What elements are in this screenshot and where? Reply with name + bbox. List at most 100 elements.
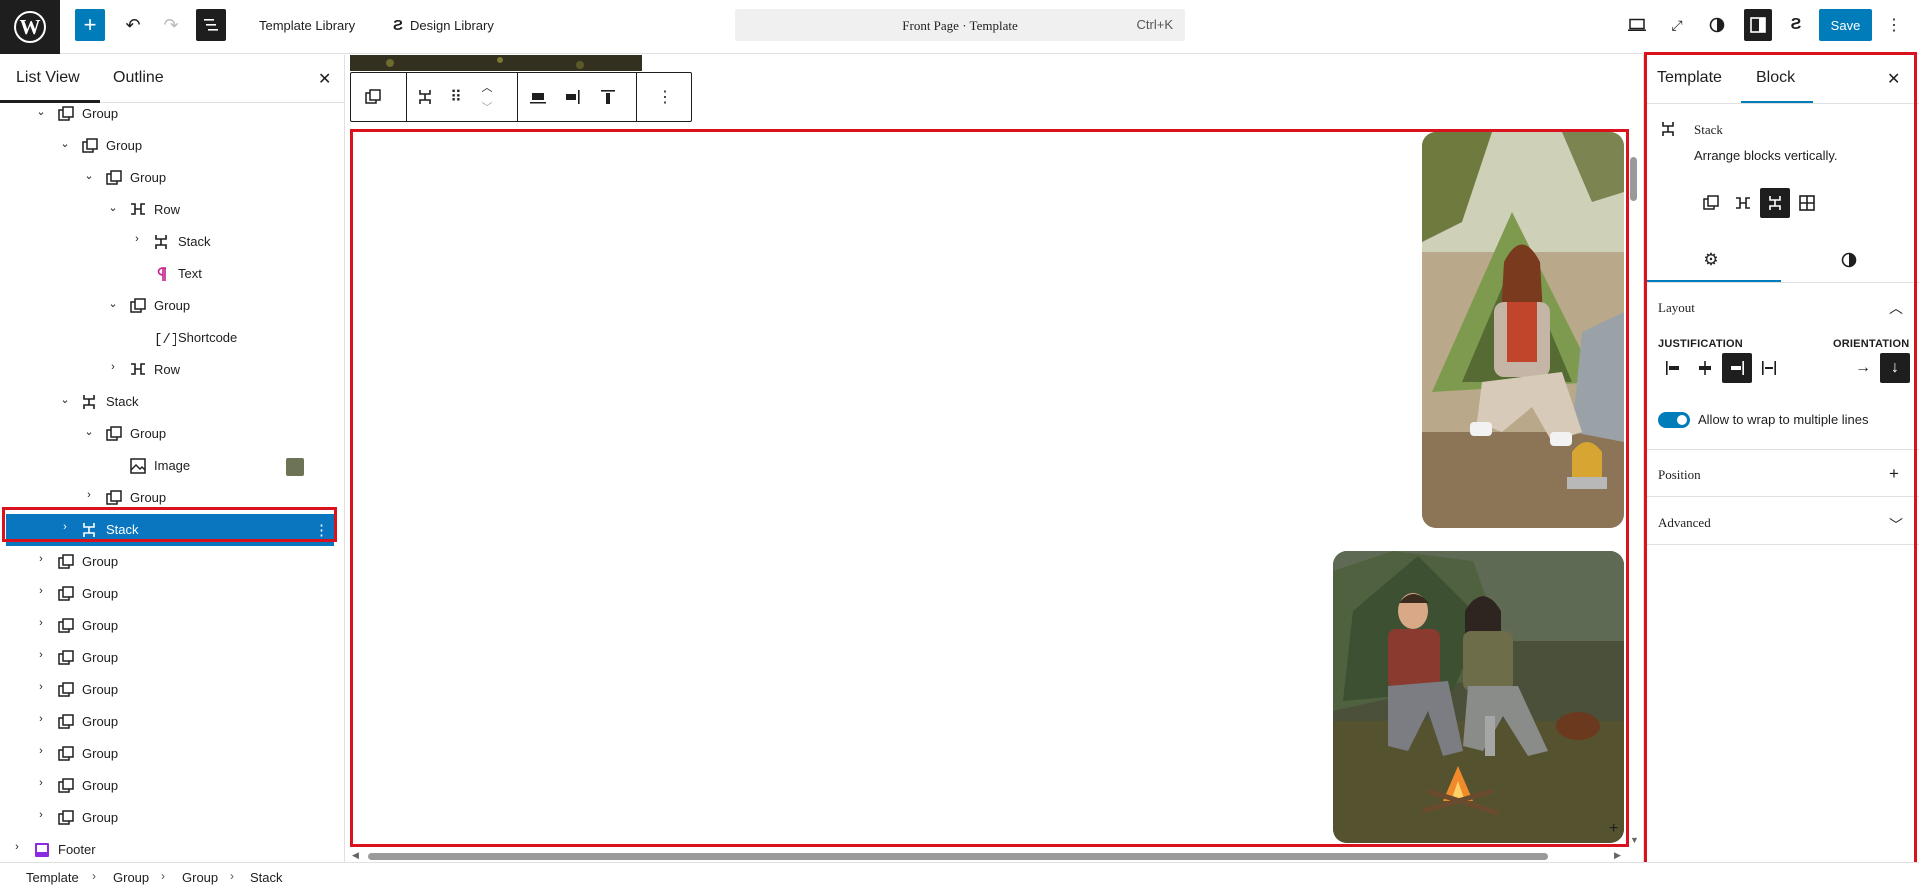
list-item[interactable]: ⌄ Group bbox=[0, 162, 344, 194]
list-item[interactable]: › Group bbox=[0, 706, 344, 738]
drag-handle[interactable]: ⠿ bbox=[446, 87, 466, 107]
design-library-button[interactable]: Ƨ Design Library bbox=[393, 9, 494, 41]
list-item-label: Shortcode bbox=[178, 330, 238, 345]
styles-button[interactable] bbox=[1705, 9, 1729, 41]
chevron-down-icon[interactable]: ⌄ bbox=[82, 169, 96, 182]
device-preview-button[interactable] bbox=[1625, 9, 1649, 41]
chevron-down-icon[interactable]: ⌄ bbox=[106, 201, 120, 214]
list-item[interactable]: › Group bbox=[0, 738, 344, 770]
list-item[interactable]: ⌄ Group bbox=[0, 130, 344, 162]
list-item[interactable]: › Stack bbox=[0, 226, 344, 258]
chevron-right-icon[interactable]: › bbox=[34, 745, 48, 757]
scroll-left-arrow-icon[interactable]: ◀ bbox=[352, 850, 359, 861]
camping-woman-tent-image[interactable] bbox=[1422, 132, 1624, 528]
group-icon bbox=[106, 426, 122, 442]
justify-right-icon bbox=[566, 90, 580, 104]
chevron-right-icon: › bbox=[230, 869, 234, 883]
chevron-down-icon[interactable]: ⌄ bbox=[82, 425, 96, 438]
chevron-right-icon[interactable]: › bbox=[34, 585, 48, 597]
settings-sidebar-button[interactable] bbox=[1744, 9, 1772, 41]
chevron-right-icon[interactable]: › bbox=[34, 649, 48, 661]
wordpress-logo-button[interactable]: W bbox=[0, 0, 60, 54]
scroll-right-arrow-icon[interactable]: ▶ bbox=[1614, 850, 1621, 861]
breadcrumb-item[interactable]: Template bbox=[26, 870, 79, 885]
chevron-right-icon[interactable]: › bbox=[34, 809, 48, 821]
chevron-right-icon[interactable]: › bbox=[34, 681, 48, 693]
stackable-settings-button[interactable]: Ƨ bbox=[1784, 9, 1808, 41]
chevron-down-icon[interactable]: ⌄ bbox=[34, 105, 48, 118]
chevron-right-icon[interactable]: › bbox=[82, 489, 96, 501]
justification-button[interactable] bbox=[563, 87, 583, 107]
list-item-label: Image bbox=[154, 458, 191, 473]
chevron-right-icon[interactable]: › bbox=[106, 361, 120, 373]
list-item[interactable]: ⌄ Group bbox=[0, 290, 344, 322]
chevron-right-icon[interactable]: › bbox=[34, 713, 48, 725]
list-item[interactable]: › Group bbox=[0, 546, 344, 578]
chevron-down-icon[interactable]: ⌄ bbox=[58, 137, 72, 150]
block-options-button[interactable]: ⋮ bbox=[655, 87, 675, 107]
list-item[interactable]: Image bbox=[0, 450, 344, 482]
list-item-label: Row bbox=[154, 362, 181, 377]
list-item[interactable]: › Row bbox=[0, 354, 344, 386]
command-title: Front Page · Template bbox=[902, 18, 1018, 33]
selected-row-highlight bbox=[2, 507, 337, 542]
design-library-label: Design Library bbox=[410, 17, 494, 33]
chevron-right-icon[interactable]: › bbox=[34, 553, 48, 565]
list-item[interactable]: [/]Shortcode bbox=[0, 322, 344, 354]
group-icon bbox=[58, 746, 74, 762]
group-icon bbox=[58, 554, 74, 570]
list-item[interactable]: › Group bbox=[0, 610, 344, 642]
save-button[interactable]: Save bbox=[1819, 9, 1872, 41]
block-appender-button[interactable]: + bbox=[1609, 821, 1623, 837]
list-item-label: Group bbox=[130, 170, 167, 185]
redo-button[interactable]: ↷ bbox=[158, 9, 184, 41]
template-library-button[interactable]: Template Library bbox=[259, 9, 355, 41]
canvas-horizontal-scrollbar[interactable] bbox=[368, 853, 1548, 860]
group-icon bbox=[58, 778, 74, 794]
vertical-alignment-button[interactable] bbox=[598, 87, 618, 107]
list-item[interactable]: › Group bbox=[0, 578, 344, 610]
chevron-right-icon[interactable]: › bbox=[34, 617, 48, 629]
breadcrumb-item[interactable]: Group bbox=[113, 870, 149, 885]
chevron-down-icon[interactable]: ⌄ bbox=[106, 297, 120, 310]
list-item[interactable]: › Group bbox=[0, 770, 344, 802]
tab-outline[interactable]: Outline bbox=[113, 69, 164, 87]
chevron-right-icon[interactable]: › bbox=[34, 777, 48, 789]
block-type-button[interactable] bbox=[415, 87, 435, 107]
list-item[interactable]: ⌄ Row bbox=[0, 194, 344, 226]
block-inserter-button[interactable]: + bbox=[75, 9, 105, 41]
change-alignment-button[interactable] bbox=[528, 87, 548, 107]
group-icon bbox=[106, 490, 122, 506]
list-item[interactable]: › Group bbox=[0, 674, 344, 706]
sidebar-icon bbox=[1750, 17, 1766, 33]
list-item[interactable]: ⌄ Group bbox=[0, 418, 344, 450]
list-item[interactable]: Text bbox=[0, 258, 344, 290]
fullscreen-button[interactable]: ⤢ bbox=[1665, 9, 1689, 41]
camping-couple-campfire-image[interactable] bbox=[1333, 551, 1624, 843]
breadcrumb-item[interactable]: Group bbox=[182, 870, 218, 885]
move-up-button[interactable]: ︿ bbox=[477, 77, 497, 97]
close-icon[interactable]: ✕ bbox=[318, 69, 331, 89]
list-item[interactable]: ⌄ Group bbox=[0, 98, 344, 130]
list-view-icon bbox=[204, 19, 218, 31]
chevron-right-icon[interactable]: › bbox=[130, 233, 144, 245]
command-palette-button[interactable]: Front Page · Template Ctrl+K bbox=[735, 9, 1185, 41]
undo-button[interactable]: ↶ bbox=[120, 9, 146, 41]
move-down-button[interactable]: ﹀ bbox=[477, 97, 497, 117]
options-menu-button[interactable]: ⋮ bbox=[1886, 9, 1902, 41]
list-item[interactable]: › Footer bbox=[0, 834, 344, 862]
scroll-down-arrow-icon[interactable]: ▼ bbox=[1630, 835, 1639, 845]
list-item[interactable]: ⌄ Stack bbox=[0, 386, 344, 418]
list-item[interactable]: › Group bbox=[0, 642, 344, 674]
list-item-label: Group bbox=[82, 778, 119, 793]
stack-icon bbox=[154, 234, 170, 250]
parent-group-button[interactable] bbox=[363, 87, 383, 107]
chevron-right-icon[interactable]: › bbox=[10, 841, 24, 853]
document-overview-button[interactable] bbox=[196, 9, 226, 41]
list-item-label: Stack bbox=[178, 234, 211, 249]
list-item-label: Group bbox=[82, 618, 119, 633]
canvas-vertical-scrollbar[interactable] bbox=[1630, 157, 1637, 201]
chevron-down-icon[interactable]: ⌄ bbox=[58, 393, 72, 406]
tab-list-view[interactable]: List View bbox=[16, 69, 80, 87]
list-item[interactable]: › Group bbox=[0, 802, 344, 834]
